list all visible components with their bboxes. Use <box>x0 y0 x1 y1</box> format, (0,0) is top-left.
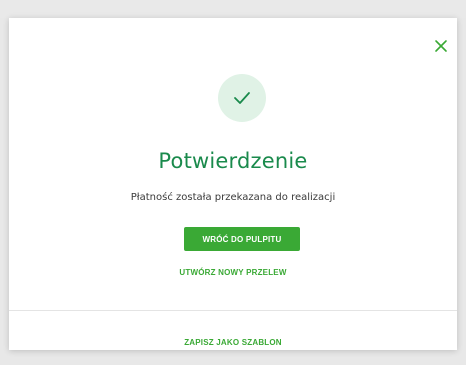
footer-divider <box>9 310 457 311</box>
save-as-template-link[interactable]: ZAPISZ JAKO SZABLON <box>9 338 457 347</box>
close-button[interactable] <box>433 38 449 54</box>
page-backdrop <box>0 0 466 18</box>
close-icon <box>435 40 447 52</box>
confirmation-dialog: Potwierdzenie Płatność została przekazan… <box>9 18 457 350</box>
dialog-message: Płatność została przekazana do realizacj… <box>130 192 336 203</box>
create-new-transfer-link[interactable]: UTWÓRZ NOWY PRZELEW <box>9 268 457 277</box>
dialog-title: Potwierdzenie <box>158 149 308 173</box>
back-to-dashboard-button[interactable]: WRÓĆ DO PULPITU <box>184 227 300 251</box>
success-status-badge <box>218 74 266 122</box>
check-icon <box>234 92 250 104</box>
